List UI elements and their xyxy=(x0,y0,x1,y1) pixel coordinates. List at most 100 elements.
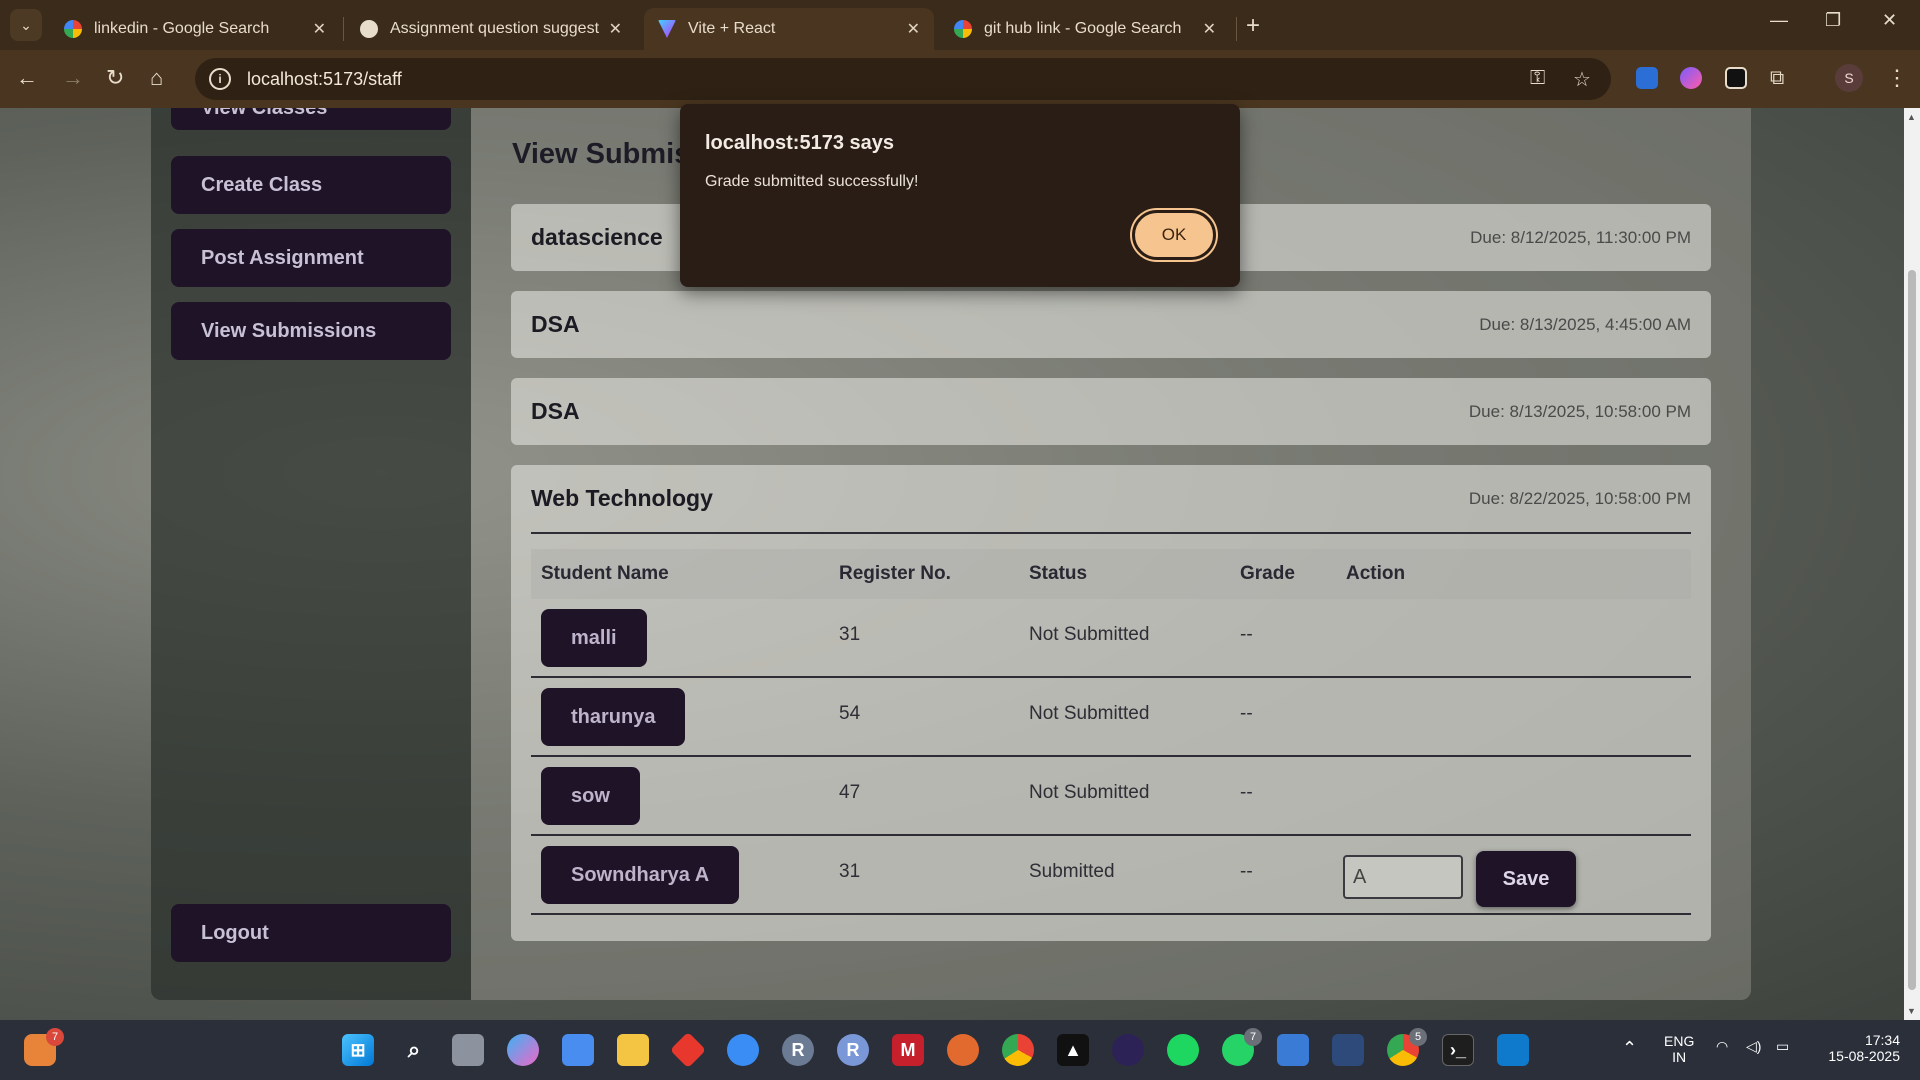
sidebar-item-view-classes[interactable]: View Classes xyxy=(171,108,451,130)
sidebar-item-view-submissions[interactable]: View Submissions xyxy=(171,302,451,360)
window-close-icon[interactable]: ✕ xyxy=(1882,10,1897,31)
assignment-due-date: Due: 8/13/2025, 10:58:00 PM xyxy=(1468,402,1691,421)
student-name-button[interactable]: sow xyxy=(541,767,640,825)
eclipse-icon[interactable] xyxy=(1112,1034,1144,1066)
language-code: ENG xyxy=(1664,1033,1695,1049)
sidebar-item-create-class[interactable]: Create Class xyxy=(171,156,451,214)
close-icon[interactable]: ✕ xyxy=(907,19,920,39)
assignment-due-date: Due: 8/13/2025, 4:45:00 AM xyxy=(1479,315,1691,334)
logout-button[interactable]: Logout xyxy=(171,904,451,962)
browser-toolbar: ← → ↻ ⌂ i localhost:5173/staff ⚿ ☆ ⧉ S ⋮ xyxy=(0,50,1920,108)
page-scrollbar[interactable]: ▲ ▼ xyxy=(1904,108,1920,1020)
scroll-up-arrow-icon[interactable]: ▲ xyxy=(1907,112,1916,122)
assignment-name: Web Technology xyxy=(531,485,713,511)
windows-start-icon[interactable]: ⊞ xyxy=(342,1034,374,1066)
extensions-puzzle-icon[interactable]: ⧉ xyxy=(1770,67,1792,89)
mcafee-icon[interactable]: M xyxy=(892,1034,924,1066)
tab-title: Assignment question suggestio xyxy=(390,20,599,37)
postman-icon[interactable] xyxy=(947,1034,979,1066)
vscode-alt-icon[interactable] xyxy=(1332,1034,1364,1066)
battery-icon[interactable]: ▭ xyxy=(1776,1038,1789,1055)
dialog-ok-button[interactable]: OK xyxy=(1132,210,1216,260)
close-icon[interactable]: ✕ xyxy=(609,19,622,39)
tab-github-search[interactable]: git hub link - Google Search ✕ xyxy=(940,8,1230,50)
scroll-down-arrow-icon[interactable]: ▼ xyxy=(1907,1006,1916,1016)
bookmark-star-icon[interactable]: ☆ xyxy=(1573,67,1591,92)
submissions-table-header: Student Name Register No. Status Grade A… xyxy=(531,549,1691,599)
tab-vite-react[interactable]: Vite + React ✕ xyxy=(644,8,934,50)
clock[interactable]: 17:34 15-08-2025 xyxy=(1810,1032,1900,1064)
scrollbar-thumb[interactable] xyxy=(1908,270,1916,990)
password-key-icon[interactable]: ⚿ xyxy=(1530,67,1545,90)
chrome-icon[interactable] xyxy=(1002,1034,1034,1066)
clock-date: 15-08-2025 xyxy=(1828,1048,1900,1064)
region-code: IN xyxy=(1672,1049,1687,1065)
tab-title: linkedin - Google Search xyxy=(94,20,270,37)
task-view-icon[interactable] xyxy=(452,1034,484,1066)
tab-separator xyxy=(343,17,344,41)
column-student-name: Student Name xyxy=(541,563,669,584)
menu-kebab-icon[interactable]: ⋮ xyxy=(1886,65,1908,91)
notification-badge: 7 xyxy=(46,1028,64,1046)
extension-blue-icon[interactable] xyxy=(1636,67,1658,89)
widgets-app-icon[interactable]: 7 xyxy=(24,1028,64,1066)
visual-studio-code-icon[interactable] xyxy=(1497,1034,1529,1066)
language-indicator[interactable]: ENG IN xyxy=(1664,1033,1694,1065)
site-info-icon[interactable]: i xyxy=(209,68,231,90)
tab-linkedin-search[interactable]: linkedin - Google Search ✕ xyxy=(50,8,340,50)
close-icon[interactable]: ✕ xyxy=(313,19,326,39)
whatsapp-icon[interactable]: 7 xyxy=(1222,1028,1262,1066)
microsoft-store-icon[interactable] xyxy=(562,1034,594,1066)
search-icon[interactable]: ⌕ xyxy=(398,1034,430,1066)
back-arrow-icon[interactable]: ← xyxy=(16,65,38,91)
windows-taskbar: 7 ⊞ ⌕ R R M ▲ 7 5 ›_ ⌃ ENG IN ◠ ◁) ▭ 17:… xyxy=(0,1020,1920,1080)
copilot-icon[interactable] xyxy=(507,1034,539,1066)
restore-icon[interactable]: ❐ xyxy=(1825,10,1841,31)
file-explorer-icon[interactable] xyxy=(617,1034,649,1066)
assignment-card-dsa-1[interactable]: DSA Due: 8/13/2025, 4:45:00 AM xyxy=(511,291,1711,358)
chatgpt-icon xyxy=(360,20,378,38)
wifi-icon[interactable]: ◠ xyxy=(1716,1038,1728,1055)
edge-icon[interactable] xyxy=(727,1034,759,1066)
home-icon[interactable]: ⌂ xyxy=(150,65,163,91)
chrome-profile-icon[interactable]: 5 xyxy=(1387,1028,1427,1066)
volume-icon[interactable]: ◁) xyxy=(1746,1038,1761,1055)
spotify-icon[interactable] xyxy=(1167,1034,1199,1066)
terminal-icon[interactable]: ›_ xyxy=(1442,1034,1474,1066)
reload-icon[interactable]: ↻ xyxy=(106,65,124,91)
grade-input[interactable] xyxy=(1343,855,1463,899)
column-grade: Grade xyxy=(1240,563,1295,584)
sidebar-item-post-assignment[interactable]: Post Assignment xyxy=(171,229,451,287)
show-hidden-icons-chevron-icon[interactable]: ⌃ xyxy=(1622,1038,1637,1059)
alert-dialog: localhost:5173 says Grade submitted succ… xyxy=(680,104,1240,287)
profile-avatar[interactable]: S xyxy=(1835,64,1863,92)
arduino-icon[interactable]: ▲ xyxy=(1057,1034,1089,1066)
student-name-button[interactable]: Sowndharya A xyxy=(541,846,740,904)
address-bar[interactable]: i localhost:5173/staff ⚿ ☆ xyxy=(195,58,1611,100)
student-name-button[interactable]: tharunya xyxy=(541,688,686,746)
tab-assignment-question[interactable]: Assignment question suggestio ✕ xyxy=(346,8,636,50)
extension-dark-icon[interactable] xyxy=(1725,67,1747,89)
git-app-icon[interactable] xyxy=(669,1031,707,1069)
dialog-title: localhost:5173 says xyxy=(705,132,894,154)
student-name-button[interactable]: malli xyxy=(541,609,647,667)
new-tab-plus-icon[interactable]: + xyxy=(1246,12,1260,40)
vite-icon xyxy=(658,20,676,38)
card-divider xyxy=(531,532,1691,534)
r-language-icon[interactable]: R xyxy=(837,1034,869,1066)
minimize-icon[interactable]: — xyxy=(1770,10,1788,31)
assignment-card-dsa-2[interactable]: DSA Due: 8/13/2025, 10:58:00 PM xyxy=(511,378,1711,445)
save-grade-button[interactable]: Save xyxy=(1476,851,1576,907)
close-icon[interactable]: ✕ xyxy=(1203,19,1216,39)
assignment-name: DSA xyxy=(531,398,580,424)
rstudio-icon[interactable]: R xyxy=(782,1034,814,1066)
column-action: Action xyxy=(1346,563,1406,584)
tab-search-chevron-icon[interactable]: ⌄ xyxy=(10,9,42,41)
photos-icon[interactable] xyxy=(1277,1034,1309,1066)
register-number: 31 xyxy=(839,861,861,882)
extension-purple-icon[interactable] xyxy=(1680,67,1702,89)
grade-value: -- xyxy=(1240,861,1253,882)
assignment-card-web-technology[interactable]: Web Technology Due: 8/22/2025, 10:58:00 … xyxy=(511,465,1711,941)
forward-arrow-icon[interactable]: → xyxy=(62,65,84,91)
google-icon xyxy=(954,20,972,38)
